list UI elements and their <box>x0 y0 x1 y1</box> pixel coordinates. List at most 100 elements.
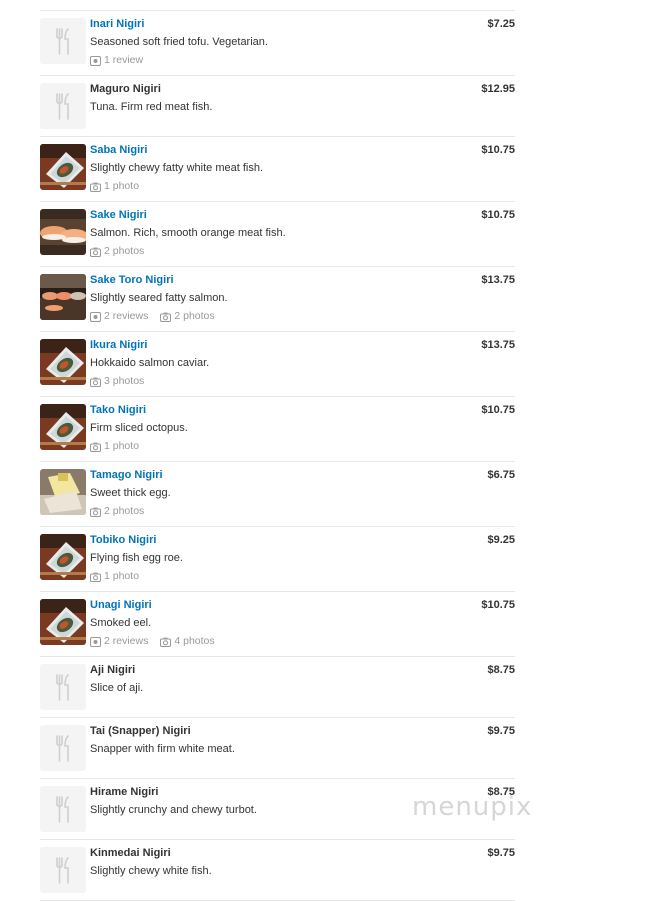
item-description: Slightly chewy fatty white meat fish. <box>90 162 264 174</box>
item-name[interactable]: Tobiko Nigiri <box>90 534 425 547</box>
item-description: Snapper with firm white meat. <box>90 743 235 755</box>
item-description: Slightly chewy white fish. <box>90 865 212 877</box>
menu-item: Sake Nigiri Salmon. Rich, smooth orange m… <box>40 202 515 267</box>
item-name[interactable]: Sake Nigiri <box>90 209 425 222</box>
utensils-icon <box>40 18 86 64</box>
item-meta: 1 photo <box>90 440 425 456</box>
item-name[interactable]: Inari Nigiri <box>90 18 425 31</box>
photos-link[interactable]: 1 photo <box>90 440 139 453</box>
item-name: Hirame Nigiri <box>90 786 159 798</box>
item-meta: 2 photos <box>90 245 425 261</box>
photos-count: 2 photos <box>104 505 145 517</box>
item-description: Hokkaido salmon caviar. <box>90 357 210 369</box>
item-name[interactable]: Unagi Nigiri <box>90 599 425 612</box>
photos-count: 4 photos <box>174 635 215 647</box>
item-price: $10.75 <box>481 144 515 156</box>
menu-item: Tamago Nigiri Sweet thick egg. 2 photos $6.… <box>40 462 515 527</box>
camera-icon <box>90 442 104 452</box>
menu-item: Ikura Nigiri Hokkaido salmon caviar. 3 pho… <box>40 332 515 397</box>
item-description: Tuna. Firm red meat fish. <box>90 101 213 113</box>
item-description: Firm sliced octopus. <box>90 422 188 434</box>
item-description: Salmon. Rich, smooth orange meat fish. <box>90 227 286 239</box>
menu-item: Unagi Nigiri Smoked eel. 2 reviews 4 photos… <box>40 592 515 657</box>
dish-photo[interactable] <box>40 404 86 450</box>
camera-icon <box>90 507 104 517</box>
photos-link[interactable]: 4 photos <box>160 635 215 648</box>
item-description: Slice of aji. <box>90 682 144 694</box>
photos-link[interactable]: 2 photos <box>160 310 215 323</box>
item-name[interactable]: Ikura Nigiri <box>90 339 425 352</box>
camera-icon <box>90 572 104 582</box>
item-name[interactable]: Tako Nigiri <box>90 404 425 417</box>
item-price: $9.75 <box>487 847 515 859</box>
reviews-count: 2 reviews <box>104 635 149 647</box>
menu-item: Sake Toro Nigiri Slightly seared fatty sa… <box>40 267 515 332</box>
camera-icon <box>160 312 174 322</box>
dish-photo[interactable] <box>40 209 86 255</box>
dish-photo[interactable] <box>40 274 86 320</box>
item-price: $13.75 <box>481 339 515 351</box>
menu-item: Maguro Nigiri Tuna. Firm red meat fish. $1… <box>40 76 515 137</box>
utensils-icon <box>40 786 86 832</box>
reviews-count: 2 reviews <box>104 310 149 322</box>
utensils-icon <box>40 847 86 893</box>
item-price: $10.75 <box>481 599 515 611</box>
camera-icon <box>160 637 174 647</box>
item-meta: 1 review <box>90 54 425 70</box>
item-meta: 2 reviews 4 photos <box>90 635 425 651</box>
photos-count: 1 photo <box>104 440 140 452</box>
utensils-icon <box>40 664 86 710</box>
item-description: Slightly crunchy and chewy turbot. <box>90 804 257 816</box>
item-meta: 2 reviews 2 photos <box>90 310 425 326</box>
item-meta: 2 photos <box>90 505 425 521</box>
menu-item: Tobiko Nigiri Flying fish egg roe. 1 photo… <box>40 527 515 592</box>
dish-photo[interactable] <box>40 599 86 645</box>
photos-link[interactable]: 2 photos <box>90 245 144 258</box>
item-price: $7.25 <box>487 18 515 30</box>
menu-item: Tai (Snapper) Nigiri Snapper with firm wh… <box>40 718 515 779</box>
item-meta: 3 photos <box>90 375 425 391</box>
reviews-count: 1 review <box>104 54 144 66</box>
utensils-icon <box>40 725 86 771</box>
item-price: $9.75 <box>487 725 515 737</box>
reviews-link[interactable]: 1 review <box>90 54 143 67</box>
item-price: $8.75 <box>487 664 515 676</box>
item-price: $10.75 <box>481 209 515 221</box>
review-icon <box>90 636 104 647</box>
item-name: Aji Nigiri <box>90 664 136 676</box>
item-name: Tai (Snapper) Nigiri <box>90 725 191 737</box>
divider <box>40 0 515 11</box>
item-price: $13.75 <box>481 274 515 286</box>
watermark: menupix <box>412 792 533 822</box>
dish-photo[interactable] <box>40 339 86 385</box>
item-description: Flying fish egg roe. <box>90 552 183 564</box>
item-name: Kinmedai Nigiri <box>90 847 171 859</box>
item-price: $10.75 <box>481 404 515 416</box>
camera-icon <box>90 182 104 192</box>
photos-count: 2 photos <box>104 245 145 257</box>
item-name[interactable]: Tamago Nigiri <box>90 469 425 482</box>
menu-list: Inari Nigiri Seasoned soft fried tofu. Ve… <box>40 0 515 901</box>
review-icon <box>90 55 104 66</box>
reviews-link[interactable]: 2 reviews <box>90 635 148 648</box>
review-icon <box>90 311 104 322</box>
dish-photo[interactable] <box>40 534 86 580</box>
photos-link[interactable]: 1 photo <box>90 570 139 583</box>
item-name: Maguro Nigiri <box>90 83 161 95</box>
utensils-icon <box>40 83 86 129</box>
item-name[interactable]: Sake Toro Nigiri <box>90 274 425 287</box>
item-description: Smoked eel. <box>90 617 152 629</box>
photos-count: 1 photo <box>104 180 140 192</box>
item-meta: 1 photo <box>90 180 425 196</box>
dish-photo[interactable] <box>40 144 86 190</box>
dish-photo[interactable] <box>40 469 86 515</box>
item-description: Sweet thick egg. <box>90 487 171 499</box>
photos-link[interactable]: 1 photo <box>90 180 139 193</box>
item-name[interactable]: Saba Nigiri <box>90 144 425 157</box>
reviews-link[interactable]: 2 reviews <box>90 310 148 323</box>
item-meta: 1 photo <box>90 570 425 586</box>
menu-item: Saba Nigiri Slightly chewy fatty white me… <box>40 137 515 202</box>
item-description: Slightly seared fatty salmon. <box>90 292 228 304</box>
photos-link[interactable]: 2 photos <box>90 505 144 518</box>
photos-link[interactable]: 3 photos <box>90 375 144 388</box>
